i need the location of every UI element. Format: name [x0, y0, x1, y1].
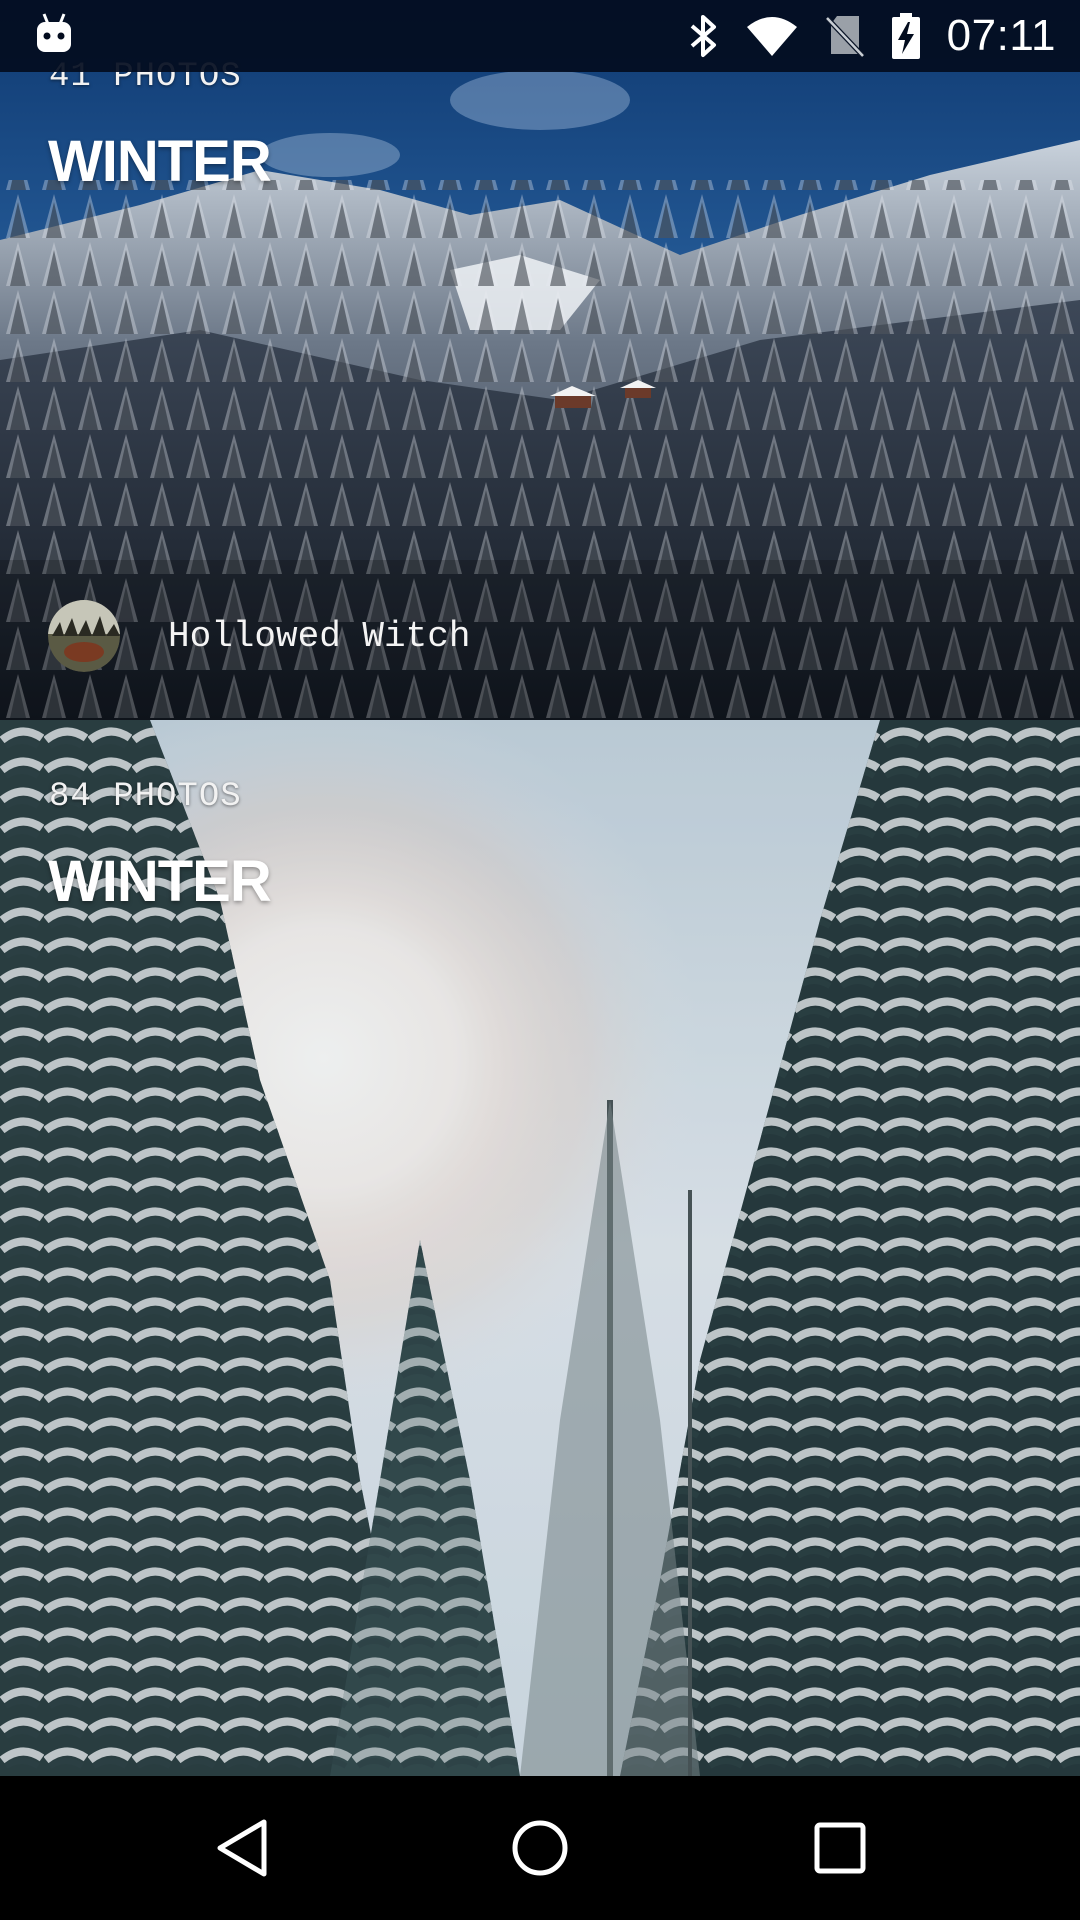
photo-count: 84 PHOTOS — [49, 778, 242, 816]
back-icon[interactable] — [182, 1776, 302, 1920]
author-name[interactable]: Hollowed Witch — [168, 616, 470, 657]
no-sim-icon — [824, 14, 865, 58]
status-bar: 07:11 — [0, 0, 1080, 72]
wifi-icon — [745, 15, 799, 57]
collection-title: WINTER — [48, 849, 272, 914]
bluetooth-icon — [689, 13, 719, 59]
avatar[interactable] — [48, 600, 120, 672]
recents-icon[interactable] — [780, 1776, 900, 1920]
android-notification-icon — [34, 12, 74, 56]
collection-card[interactable]: 41 PHOTOS WINTER Hollowed Witch — [0, 0, 1080, 720]
home-icon[interactable] — [480, 1776, 600, 1920]
status-clock: 07:11 — [946, 11, 1056, 60]
collection-title: WINTER — [48, 129, 272, 194]
battery-charging-icon — [891, 12, 921, 60]
collection-card[interactable]: 84 PHOTOS WINTER — [0, 720, 1080, 1776]
author-info[interactable]: Hollowed Witch — [48, 600, 470, 672]
navigation-bar — [0, 1776, 1080, 1920]
